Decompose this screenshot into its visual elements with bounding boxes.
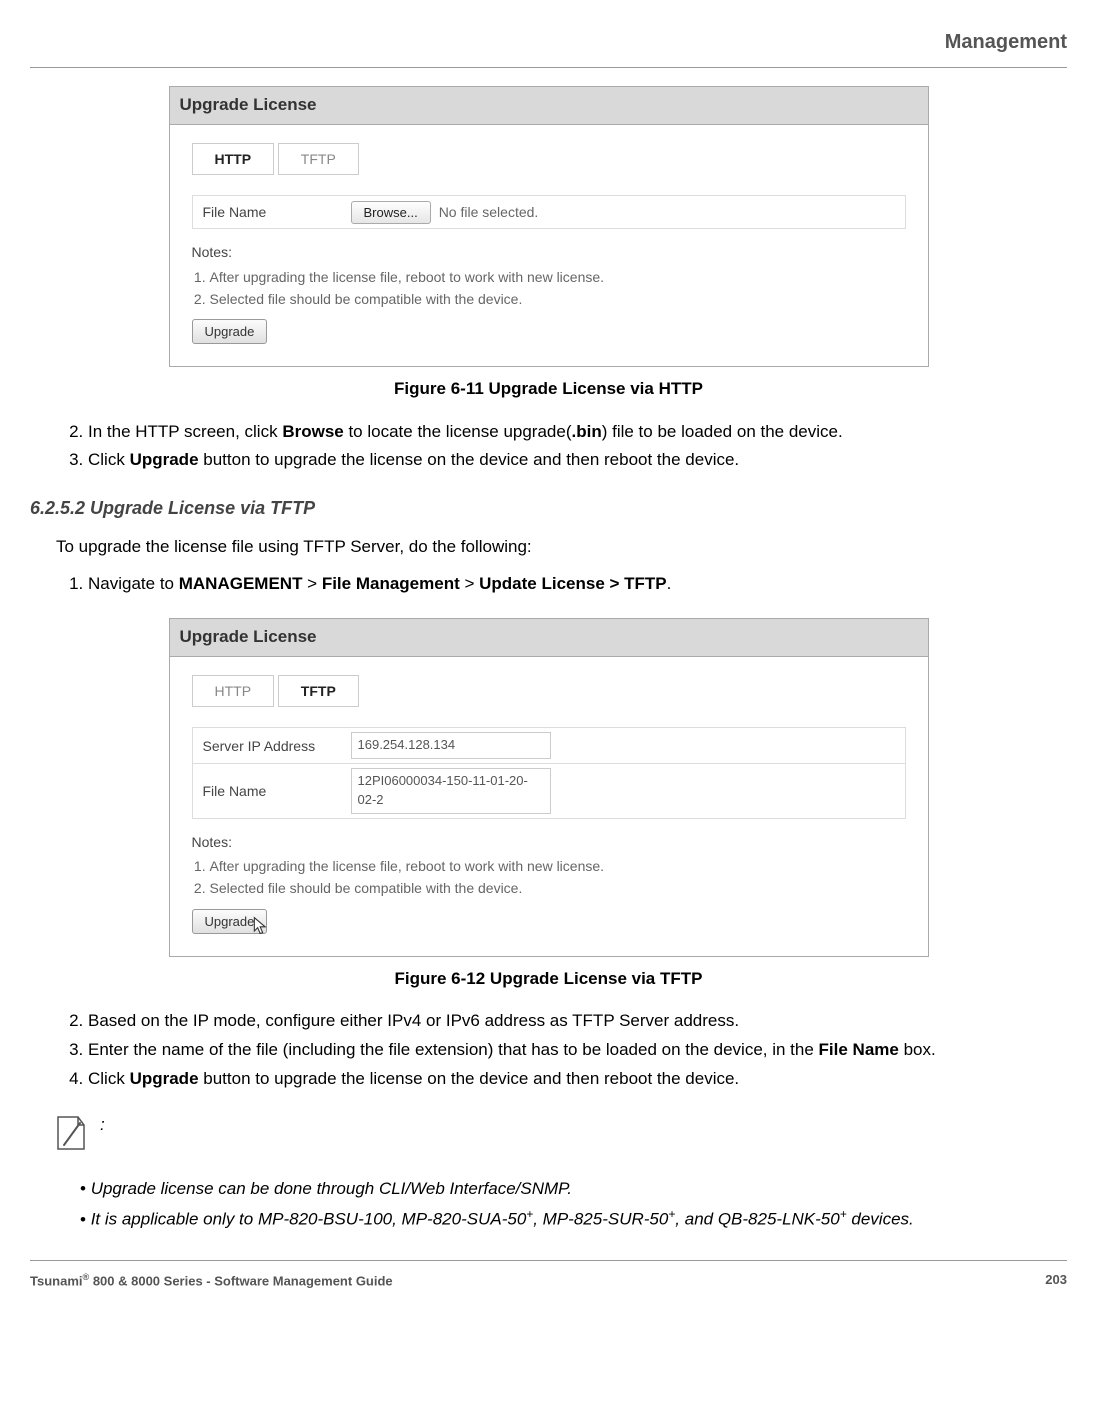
note-item: Selected file should be compatible with …	[210, 289, 906, 309]
http-steps: In the HTTP screen, click Browse to loca…	[88, 420, 1067, 473]
note-item: Selected file should be compatible with …	[210, 878, 906, 898]
intro-text: To upgrade the license file using TFTP S…	[56, 535, 1067, 560]
panel-title: Upgrade License	[170, 619, 928, 657]
step-item: Navigate to MANAGEMENT > File Management…	[88, 572, 1067, 597]
tftp-nav-step: Navigate to MANAGEMENT > File Management…	[88, 572, 1067, 597]
panel-title: Upgrade License	[170, 87, 928, 125]
tab-tftp[interactable]: TFTP	[278, 143, 359, 175]
upgrade-license-http-panel: Upgrade License HTTP TFTP File Name Brow…	[169, 86, 929, 367]
no-file-text: No file selected.	[439, 202, 539, 222]
file-name-label: File Name	[193, 775, 343, 807]
note-item: After upgrading the license file, reboot…	[210, 267, 906, 287]
page-footer: Tsunami® 800 & 8000 Series - Software Ma…	[30, 1260, 1067, 1297]
browse-button[interactable]: Browse...	[351, 201, 431, 224]
tftp-steps: Based on the IP mode, configure either I…	[88, 1009, 1067, 1091]
cursor-icon	[252, 916, 270, 941]
step-item: Based on the IP mode, configure either I…	[88, 1009, 1067, 1034]
server-ip-row: Server IP Address 169.254.128.134	[192, 727, 906, 764]
note-block: :	[54, 1113, 1067, 1153]
header-title: Management	[945, 31, 1067, 53]
section-heading: 6.2.5.2 Upgrade License via TFTP	[30, 495, 1067, 521]
tab-http[interactable]: HTTP	[192, 143, 275, 175]
upgrade-license-tftp-panel: Upgrade License HTTP TFTP Server IP Addr…	[169, 618, 929, 956]
notes-label: Notes:	[192, 242, 906, 262]
footer-left: Tsunami® 800 & 8000 Series - Software Ma…	[30, 1271, 393, 1291]
note-item: After upgrading the license file, reboot…	[210, 856, 906, 876]
figure-caption: Figure 6-12 Upgrade License via TFTP	[30, 967, 1067, 992]
step-item: Enter the name of the file (including th…	[88, 1038, 1067, 1063]
file-name-label: File Name	[193, 196, 343, 228]
notes-list: After upgrading the license file, reboot…	[210, 856, 906, 899]
note-bullet: Upgrade license can be done through CLI/…	[80, 1177, 1067, 1202]
tabs: HTTP TFTP	[192, 675, 906, 707]
note-colon: :	[100, 1113, 105, 1138]
tab-tftp[interactable]: TFTP	[278, 675, 359, 707]
tab-http[interactable]: HTTP	[192, 675, 275, 707]
file-name-input[interactable]: 12PI06000034-150-11-01-20-02-2	[351, 768, 551, 814]
figure-caption: Figure 6-11 Upgrade License via HTTP	[30, 377, 1067, 402]
server-ip-label: Server IP Address	[193, 730, 343, 762]
file-name-row: File Name Browse... No file selected.	[192, 195, 906, 229]
note-icon	[54, 1113, 88, 1153]
page-number: 203	[1045, 1271, 1067, 1291]
tabs: HTTP TFTP	[192, 143, 906, 175]
upgrade-button[interactable]: Upgrade	[192, 319, 268, 344]
upgrade-button[interactable]: Upgrade	[192, 909, 268, 934]
file-name-row: File Name 12PI06000034-150-11-01-20-02-2	[192, 763, 906, 819]
notes-list: After upgrading the license file, reboot…	[210, 267, 906, 310]
server-ip-input[interactable]: 169.254.128.134	[351, 732, 551, 759]
step-item: Click Upgrade button to upgrade the lice…	[88, 448, 1067, 473]
step-item: In the HTTP screen, click Browse to loca…	[88, 420, 1067, 445]
note-bullet: It is applicable only to MP-820-BSU-100,…	[80, 1206, 1067, 1232]
notes-label: Notes:	[192, 832, 906, 852]
step-item: Click Upgrade button to upgrade the lice…	[88, 1067, 1067, 1092]
page-header: Management	[30, 20, 1067, 68]
note-bullets: Upgrade license can be done through CLI/…	[80, 1177, 1067, 1232]
